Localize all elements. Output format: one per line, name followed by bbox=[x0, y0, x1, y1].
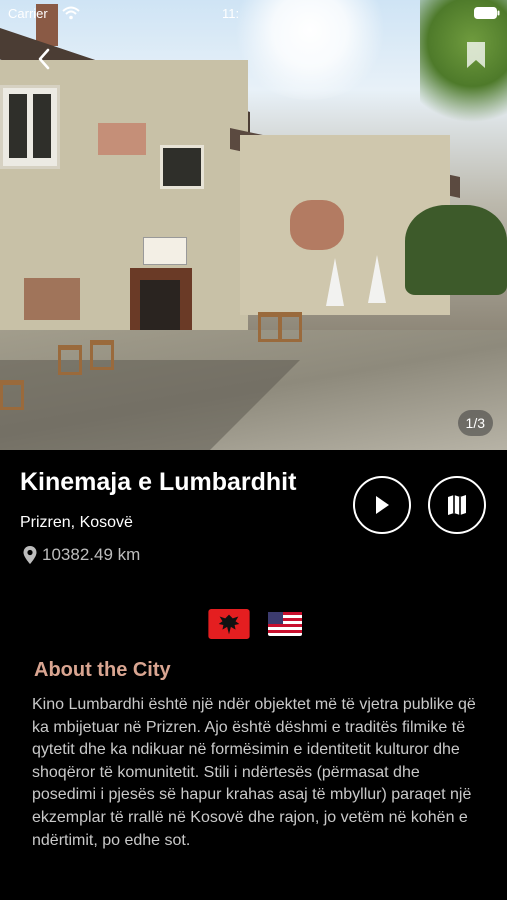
chair bbox=[58, 345, 82, 375]
wall-patch bbox=[98, 123, 146, 155]
tree bbox=[420, 0, 507, 140]
bookmark-icon[interactable] bbox=[464, 40, 488, 70]
play-audio-button[interactable] bbox=[353, 476, 411, 534]
about-text: Kino Lumbardhi është një ndër objektet m… bbox=[32, 696, 476, 849]
hero-photo[interactable]: Carrier 11: 1/3 bbox=[0, 0, 507, 450]
show-map-button[interactable] bbox=[428, 476, 486, 534]
wall-patch bbox=[290, 200, 344, 250]
distance-value: 10382.49 km bbox=[42, 545, 141, 564]
status-time: 11: bbox=[222, 6, 240, 21]
chair bbox=[278, 312, 302, 342]
location-pin-icon bbox=[23, 546, 37, 564]
chevron-left-icon[interactable] bbox=[30, 44, 58, 74]
gallery-counter: 1/3 bbox=[457, 410, 493, 436]
about-heading: About the City bbox=[34, 659, 171, 681]
play-icon bbox=[376, 496, 389, 514]
brick-wall bbox=[24, 278, 80, 320]
place-location: Prizren, Kosovë bbox=[20, 514, 133, 531]
chair bbox=[0, 380, 24, 410]
us-flag[interactable] bbox=[268, 609, 302, 639]
battery-icon bbox=[474, 7, 500, 19]
sun-glare bbox=[230, 0, 390, 100]
carrier-label: Carrier bbox=[8, 6, 48, 21]
cinema-sign bbox=[143, 237, 187, 265]
albanian-flag[interactable] bbox=[207, 609, 251, 639]
map-icon bbox=[448, 495, 466, 515]
window bbox=[0, 85, 60, 169]
wifi-icon bbox=[62, 6, 80, 20]
window bbox=[160, 145, 204, 189]
place-title: Kinemaja e Lumbardhit bbox=[20, 468, 297, 496]
hedge bbox=[405, 205, 507, 295]
distance-row: 10382.49 km bbox=[22, 545, 140, 565]
chair bbox=[90, 340, 114, 370]
